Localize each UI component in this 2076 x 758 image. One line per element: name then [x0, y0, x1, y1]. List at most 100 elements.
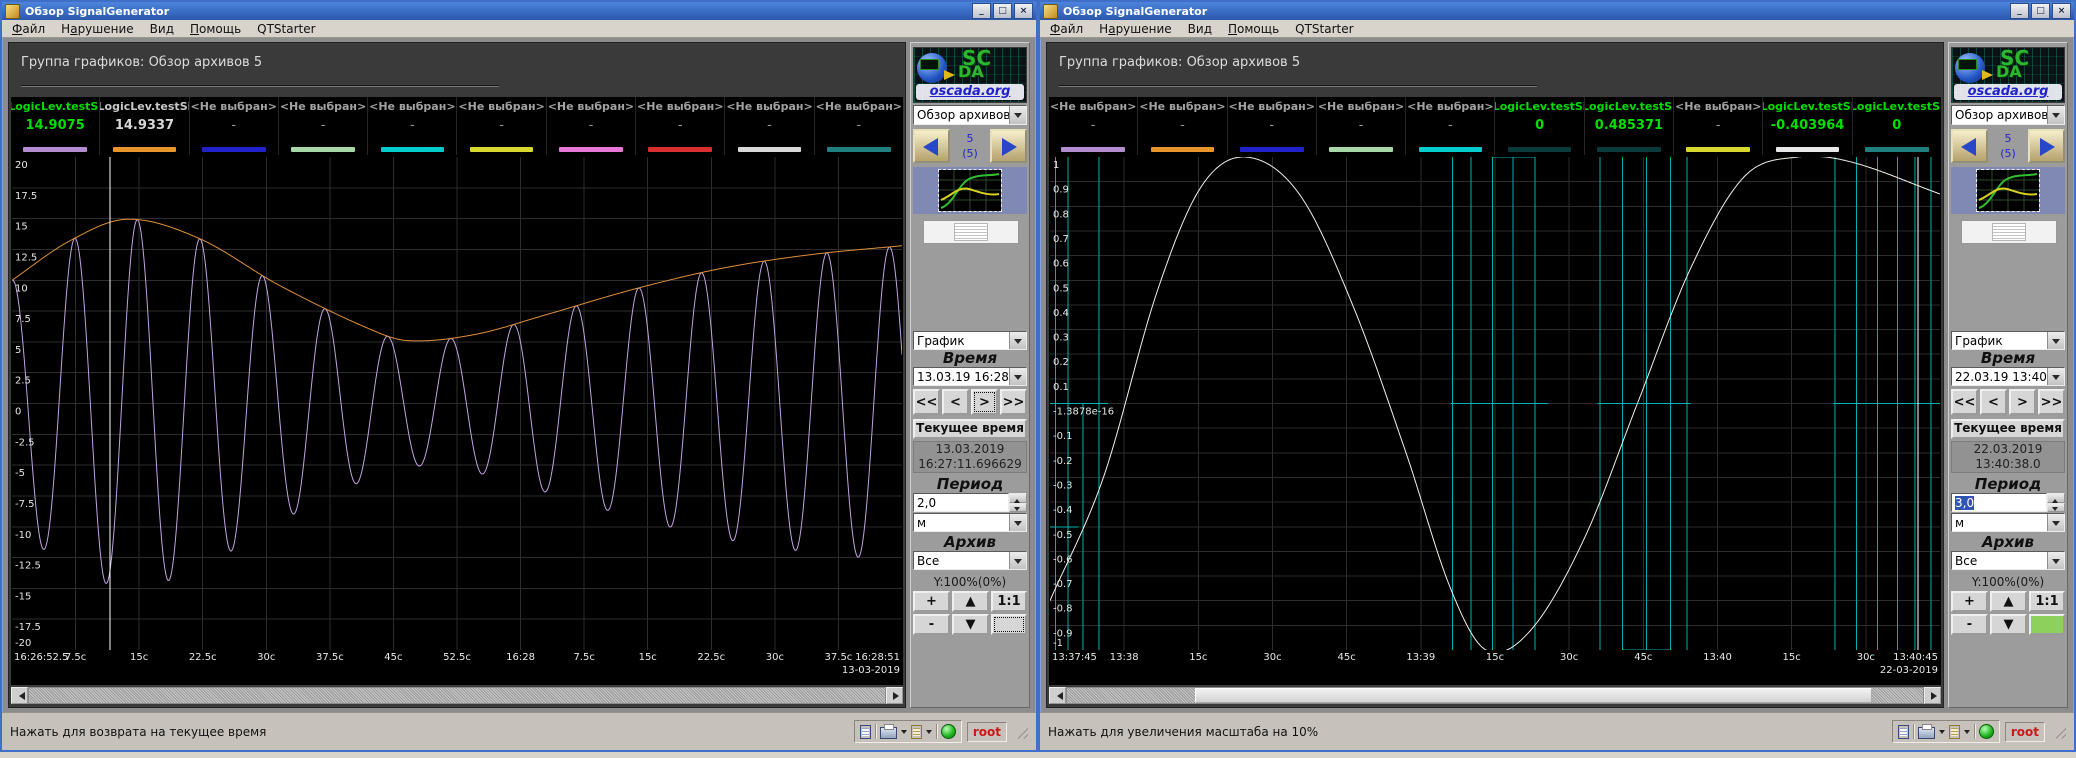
- next-group-button[interactable]: [990, 129, 1027, 163]
- signal-slot[interactable]: <Не выбран>-: [279, 97, 368, 155]
- minimize-button[interactable]: _: [2010, 3, 2029, 19]
- prev-group-button[interactable]: [913, 129, 950, 163]
- signal-slot[interactable]: <Не выбран>-: [725, 97, 814, 155]
- maximize-button[interactable]: □: [993, 3, 1012, 19]
- jump-back-button[interactable]: <<: [913, 389, 940, 415]
- chevron-down-icon[interactable]: [1009, 368, 1026, 385]
- signal-slot[interactable]: <Не выбран>-: [1674, 97, 1763, 155]
- pan-up-button[interactable]: ▲: [952, 591, 989, 612]
- view-thumbnail-document[interactable]: [923, 220, 1019, 244]
- signal-slot[interactable]: <Не выбран>-: [1138, 97, 1227, 155]
- chevron-down-icon[interactable]: [2047, 552, 2064, 569]
- document-icon[interactable]: [860, 725, 871, 739]
- signal-slot[interactable]: <Не выбран>-: [1317, 97, 1406, 155]
- signal-slot[interactable]: <Не выбран>-: [636, 97, 725, 155]
- period-unit-select[interactable]: м: [913, 513, 1027, 532]
- printer-menu-icon[interactable]: [1939, 730, 1945, 737]
- view-thumbnail-graph[interactable]: [1951, 167, 2065, 214]
- group-select[interactable]: Обзор архивов 5: [1951, 105, 2065, 125]
- period-unit-select[interactable]: м: [1951, 513, 2065, 532]
- chevron-down-icon[interactable]: [2047, 332, 2064, 349]
- chart-canvas[interactable]: 2017.51512.5107.552.50-2.5-5-7.5-10-12.5…: [12, 157, 902, 650]
- export-menu-icon[interactable]: [1964, 730, 1970, 737]
- scroll-left-icon[interactable]: [11, 687, 28, 704]
- time-scrollbar[interactable]: [1049, 687, 1941, 704]
- pan-up-button[interactable]: ▲: [1990, 591, 2027, 612]
- period-spinbox[interactable]: 2,0: [913, 493, 1027, 512]
- signal-slot[interactable]: <Не выбран>-: [1228, 97, 1317, 155]
- chevron-down-icon[interactable]: [1009, 332, 1026, 349]
- export-menu-icon[interactable]: [926, 730, 932, 737]
- spin-down-icon[interactable]: [2047, 503, 2065, 513]
- one-to-one-button[interactable]: 1:1: [2029, 591, 2065, 612]
- signal-slot[interactable]: <Не выбран>-: [368, 97, 457, 155]
- signal-slot[interactable]: <Не выбран>-: [1406, 97, 1495, 155]
- menu-item-Нарушение[interactable]: Нарушение: [1091, 21, 1180, 37]
- archive-select[interactable]: Все: [913, 551, 1027, 570]
- chevron-down-icon[interactable]: [1009, 106, 1026, 124]
- close-button[interactable]: ×: [1014, 3, 1033, 19]
- signal-slot[interactable]: LogicLev.testSi14.9075: [11, 97, 100, 155]
- current-time-button[interactable]: Текущее время: [913, 419, 1027, 439]
- menu-item-Файл[interactable]: Файл: [4, 21, 53, 37]
- chart-canvas[interactable]: 10.90.80.70.60.50.40.30.20.1-1.3878e-16-…: [1050, 157, 1940, 650]
- jump-forward-button[interactable]: >>: [1000, 389, 1027, 415]
- step-forward-button[interactable]: >: [971, 389, 998, 415]
- period-spinbox[interactable]: 3,0: [1951, 493, 2065, 512]
- maximize-button[interactable]: □: [2031, 3, 2050, 19]
- menu-item-Вид[interactable]: Вид: [142, 21, 182, 37]
- signal-slot[interactable]: LogicLev.testSi0: [1495, 97, 1584, 155]
- next-group-button[interactable]: [2028, 129, 2065, 163]
- chevron-down-icon[interactable]: [2047, 106, 2064, 124]
- signal-slot[interactable]: LogicLev.testSi0.485371: [1585, 97, 1674, 155]
- jump-forward-button[interactable]: >>: [2038, 389, 2065, 415]
- export-icon[interactable]: [911, 725, 922, 739]
- signal-slot[interactable]: LogicLev.testSi0: [1853, 97, 1941, 155]
- signal-slot[interactable]: <Не выбран>-: [457, 97, 546, 155]
- chevron-down-icon[interactable]: [1009, 552, 1026, 569]
- menu-item-Помощь[interactable]: Помощь: [1220, 21, 1287, 37]
- spin-down-icon[interactable]: [1009, 503, 1027, 513]
- step-back-button[interactable]: <: [1980, 389, 2007, 415]
- group-select[interactable]: Обзор архивов 5: [913, 105, 1027, 125]
- scroll-left-icon[interactable]: [1049, 687, 1066, 704]
- zoom-in-button[interactable]: +: [1951, 591, 1988, 612]
- signal-slot[interactable]: <Не выбран>-: [190, 97, 279, 155]
- chevron-down-icon[interactable]: [2047, 368, 2064, 385]
- spin-up-icon[interactable]: [1009, 493, 1027, 503]
- current-time-button[interactable]: Текущее время: [1951, 419, 2065, 439]
- zoom-out-button[interactable]: -: [1951, 614, 1988, 635]
- scroll-right-icon[interactable]: [1924, 687, 1941, 704]
- pan-down-button[interactable]: ▼: [952, 614, 989, 635]
- chevron-down-icon[interactable]: [1009, 514, 1026, 531]
- one-to-one-button[interactable]: 1:1: [991, 591, 1027, 612]
- menu-item-QTStarter[interactable]: QTStarter: [1287, 21, 1361, 37]
- title-bar[interactable]: Обзор SignalGenerator _□×: [2, 2, 1036, 20]
- menu-item-QTStarter[interactable]: QTStarter: [249, 21, 323, 37]
- view-thumbnail-document[interactable]: [1961, 220, 2057, 244]
- signal-slot[interactable]: <Не выбран>-: [1049, 97, 1138, 155]
- signal-slot[interactable]: LogicLev.testSi14.9337: [100, 97, 189, 155]
- scroll-right-icon[interactable]: [886, 687, 903, 704]
- menu-item-Файл[interactable]: Файл: [1042, 21, 1091, 37]
- chevron-down-icon[interactable]: [2047, 514, 2064, 531]
- pan-down-button[interactable]: ▼: [1990, 614, 2027, 635]
- document-icon[interactable]: [1898, 725, 1909, 739]
- extra-button[interactable]: [2029, 614, 2065, 635]
- export-icon[interactable]: [1949, 725, 1960, 739]
- minimize-button[interactable]: _: [972, 3, 991, 19]
- resize-grip[interactable]: [1014, 725, 1028, 739]
- signal-slot[interactable]: <Не выбран>-: [815, 97, 903, 155]
- menu-item-Помощь[interactable]: Помощь: [182, 21, 249, 37]
- close-button[interactable]: ×: [2052, 3, 2071, 19]
- view-select[interactable]: График: [1951, 331, 2065, 350]
- view-thumbnail-graph[interactable]: [913, 167, 1027, 214]
- scrollbar-thumb[interactable]: [1195, 688, 1871, 703]
- view-select[interactable]: График: [913, 331, 1027, 350]
- zoom-in-button[interactable]: +: [913, 591, 950, 612]
- printer-icon[interactable]: [880, 727, 897, 739]
- signal-slot[interactable]: <Не выбран>-: [547, 97, 636, 155]
- zoom-out-button[interactable]: -: [913, 614, 950, 635]
- menu-item-Нарушение[interactable]: Нарушение: [53, 21, 142, 37]
- printer-icon[interactable]: [1918, 727, 1935, 739]
